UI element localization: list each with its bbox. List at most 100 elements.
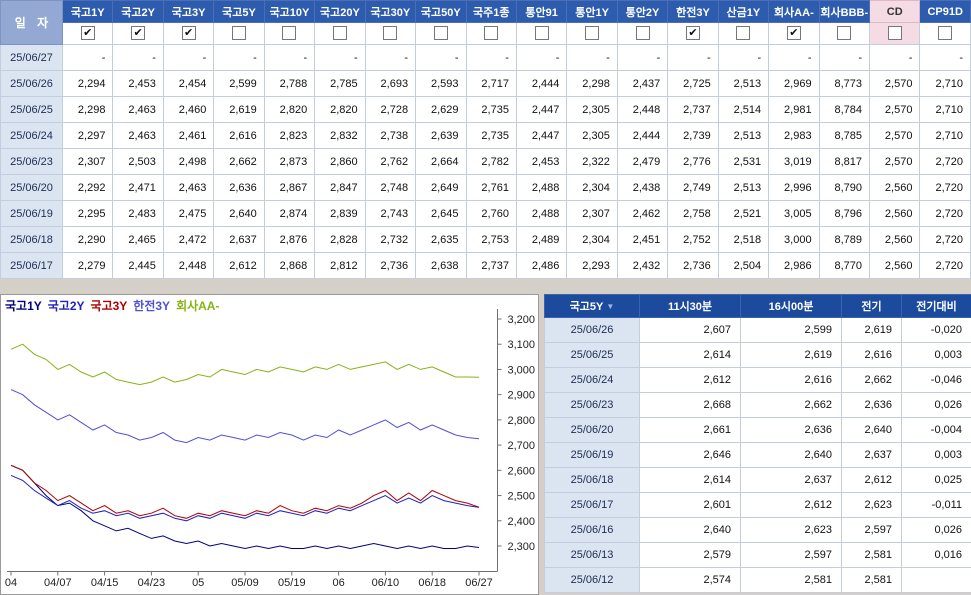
column-header-국고3Y[interactable]: 국고3Y xyxy=(162,0,215,23)
daily-rates-table: 일 자 국고1Y 국고2Y 국고3Y 국고5Y 국고10Y 국고20Y 국고30Y 국고50Y 국… xyxy=(0,0,971,279)
date-cell[interactable]: 25/06/24 xyxy=(0,122,63,149)
column-header-국고30Y[interactable]: 국고30Y xyxy=(364,0,417,23)
change-cell: 0,003 xyxy=(901,442,971,468)
value-1130-cell: 2,601 xyxy=(639,492,741,518)
checkbox-cell xyxy=(364,22,417,45)
value-1130-cell: 2,579 xyxy=(639,542,741,568)
change-cell xyxy=(901,567,971,593)
column-header-CP91D[interactable]: CP91D xyxy=(919,0,971,23)
column-checkbox-국고2Y[interactable]: ✔ xyxy=(131,26,146,41)
rate-cell: 2,498 xyxy=(162,148,215,175)
detail-date-cell[interactable]: 25/06/24 xyxy=(544,367,640,393)
column-header-회사AA-[interactable]: 회사AA- xyxy=(768,0,820,23)
checkbox-cell xyxy=(616,22,669,45)
rate-cell: 2,448 xyxy=(616,96,669,123)
column-header-국고1Y[interactable]: 국고1Y xyxy=(61,0,114,23)
rate-cell: 2,720 xyxy=(919,174,971,201)
column-checkbox-국고50Y[interactable] xyxy=(433,26,448,41)
column-header-국고20Y[interactable]: 국고20Y xyxy=(314,0,366,23)
rate-cell: 2,873 xyxy=(263,148,316,175)
date-cell[interactable]: 25/06/27 xyxy=(0,44,63,71)
date-cell[interactable]: 25/06/23 xyxy=(0,148,63,175)
column-header-통안91[interactable]: 통안91 xyxy=(515,0,568,23)
column-checkbox-통안91[interactable] xyxy=(534,26,549,41)
detail-column-header-11시30분[interactable]: 11시30분 xyxy=(639,294,741,318)
prev-value-cell: 2,640 xyxy=(841,417,902,443)
rate-cell: 2,639 xyxy=(415,122,467,149)
column-header-CD[interactable]: CD xyxy=(868,0,921,23)
date-cell[interactable]: 25/06/17 xyxy=(0,252,63,279)
rate-cell: - xyxy=(415,44,467,71)
date-cell[interactable]: 25/06/26 xyxy=(0,70,63,97)
rate-cell: 2,293 xyxy=(566,252,618,279)
detail-row: 25/06/23 2,668 2,662 2,636 0,026 xyxy=(544,392,971,418)
column-header-국고2Y[interactable]: 국고2Y xyxy=(112,0,164,23)
change-cell: -0,011 xyxy=(901,492,971,518)
detail-date-cell[interactable]: 25/06/16 xyxy=(544,517,640,543)
column-checkbox-통안1Y[interactable] xyxy=(585,26,600,41)
column-header-국고10Y[interactable]: 국고10Y xyxy=(263,0,316,23)
detail-date-cell[interactable]: 25/06/23 xyxy=(544,392,640,418)
column-checkbox-통안2Y[interactable] xyxy=(635,26,650,41)
column-checkbox-국고1Y[interactable]: ✔ xyxy=(80,26,95,41)
column-checkbox-국고20Y[interactable] xyxy=(332,26,347,41)
column-checkbox-CD[interactable] xyxy=(887,26,902,41)
rate-cell: 2,444 xyxy=(616,122,669,149)
column-checkbox-국고30Y[interactable] xyxy=(383,26,398,41)
column-checkbox-국고3Y[interactable]: ✔ xyxy=(181,26,196,41)
column-header-산금1Y[interactable]: 산금1Y xyxy=(717,0,770,23)
rate-cell: 2,504 xyxy=(717,252,770,279)
column-header-한전3Y[interactable]: 한전3Y xyxy=(667,0,719,23)
column-checkbox-회사AA-[interactable]: ✔ xyxy=(786,26,801,41)
rate-cell: 2,649 xyxy=(415,174,467,201)
date-cell[interactable]: 25/06/25 xyxy=(0,96,63,123)
date-cell[interactable]: 25/06/18 xyxy=(0,226,63,253)
rate-cell: 2,720 xyxy=(919,148,971,175)
rate-cell: 2,823 xyxy=(263,122,316,149)
rate-cell: 2,720 xyxy=(919,252,971,279)
column-header-국주1종[interactable]: 국주1종 xyxy=(465,0,517,23)
column-header-통안2Y[interactable]: 통안2Y xyxy=(616,0,669,23)
date-cell[interactable]: 25/06/19 xyxy=(0,200,63,227)
rate-cell: 2,513 xyxy=(717,174,770,201)
detail-column-header-전기대비[interactable]: 전기대비 xyxy=(901,294,971,318)
rate-cell: - xyxy=(162,44,215,71)
column-checkbox-국고5Y[interactable] xyxy=(232,26,247,41)
detail-date-cell[interactable]: 25/06/17 xyxy=(544,492,640,518)
rate-cell: 2,599 xyxy=(213,70,265,97)
rate-cell: 8,790 xyxy=(818,174,871,201)
column-header-회사BBB-[interactable]: 회사BBB- xyxy=(818,0,871,23)
detail-column-header-국고5Y[interactable]: 국고5Y ▼ xyxy=(544,294,640,318)
checkbox-cell: ✔ xyxy=(162,22,215,45)
rate-cell: 8,789 xyxy=(818,226,871,253)
column-checkbox-산금1Y[interactable] xyxy=(736,26,751,41)
rate-cell: 2,560 xyxy=(868,252,921,279)
date-cell[interactable]: 25/06/20 xyxy=(0,174,63,201)
detail-date-cell[interactable]: 25/06/25 xyxy=(544,342,640,368)
column-header-국고50Y[interactable]: 국고50Y xyxy=(415,0,467,23)
prev-value-cell: 2,662 xyxy=(841,367,902,393)
rate-cell: 2,453 xyxy=(515,148,568,175)
detail-date-cell[interactable]: 25/06/20 xyxy=(544,417,640,443)
column-header-국고5Y[interactable]: 국고5Y xyxy=(213,0,265,23)
column-checkbox-회사BBB-[interactable] xyxy=(837,26,852,41)
detail-date-cell[interactable]: 25/06/19 xyxy=(544,442,640,468)
column-checkbox-국주1종[interactable] xyxy=(484,26,499,41)
detail-date-cell[interactable]: 25/06/26 xyxy=(544,317,640,343)
detail-date-cell[interactable]: 25/06/12 xyxy=(544,567,640,593)
detail-date-cell[interactable]: 25/06/18 xyxy=(544,467,640,493)
rate-cell: 2,463 xyxy=(162,174,215,201)
x-tick-label: 06/18 xyxy=(418,577,446,589)
rate-cell: 2,743 xyxy=(364,200,417,227)
column-header-통안1Y[interactable]: 통안1Y xyxy=(566,0,618,23)
rate-cell: 2,749 xyxy=(667,174,719,201)
rate-cell: 2,513 xyxy=(717,122,770,149)
date-column-header[interactable]: 일 자 xyxy=(0,0,63,45)
column-checkbox-CP91D[interactable] xyxy=(938,26,953,41)
detail-date-cell[interactable]: 25/06/13 xyxy=(544,542,640,568)
column-checkbox-국고10Y[interactable] xyxy=(282,26,297,41)
detail-column-header-16시00분[interactable]: 16시00분 xyxy=(740,294,842,318)
detail-column-header-전기[interactable]: 전기 xyxy=(841,294,902,318)
column-checkbox-한전3Y[interactable]: ✔ xyxy=(685,26,700,41)
rate-cell: 2,638 xyxy=(415,252,467,279)
